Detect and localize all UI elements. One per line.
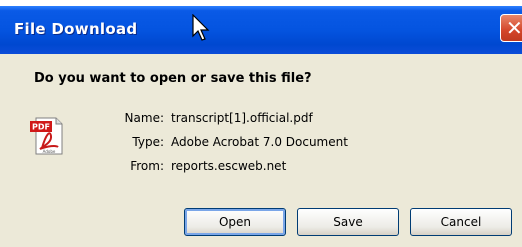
svg-text:Adobe: Adobe xyxy=(43,149,56,154)
close-icon: ✕ xyxy=(506,16,522,40)
name-value: transcript[1].official.pdf xyxy=(171,111,313,125)
type-value: Adobe Acrobat 7.0 Document xyxy=(171,135,348,149)
save-button[interactable]: Save xyxy=(297,208,399,236)
from-value: reports.escweb.net xyxy=(171,159,287,173)
dialog-question: Do you want to open or save this file? xyxy=(34,71,312,86)
open-button[interactable]: Open xyxy=(184,208,286,236)
cancel-button[interactable]: Cancel xyxy=(410,208,512,236)
window-title: File Download xyxy=(14,20,138,38)
svg-text:PDF: PDF xyxy=(32,123,50,132)
mouse-cursor-icon xyxy=(192,14,210,41)
name-label: Name: xyxy=(124,111,164,125)
file-download-dialog: File Download ✕ Do you want to open or s… xyxy=(0,6,522,247)
from-label: From: xyxy=(130,159,164,173)
title-bar[interactable]: File Download ✕ xyxy=(0,6,522,54)
close-button[interactable]: ✕ xyxy=(500,14,522,42)
type-label: Type: xyxy=(132,135,164,149)
pdf-document-icon: PDF Adobe xyxy=(30,117,63,155)
